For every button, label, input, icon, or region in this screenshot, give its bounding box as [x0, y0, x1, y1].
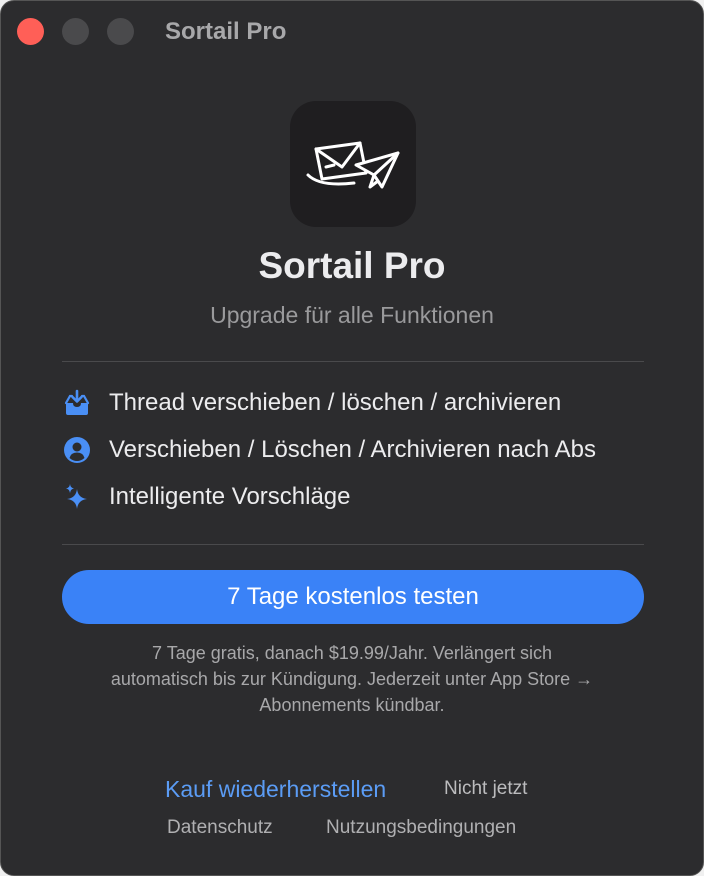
subscription-terms-text: 7 Tage gratis, danach $19.99/Jahr. Verlä… [41, 640, 663, 718]
terms-line: Abonnements kündbar. [259, 695, 445, 715]
feature-item: Verschieben / Löschen / Archivieren nach… [63, 433, 703, 467]
divider-top [62, 361, 644, 362]
terms-line: 7 Tage gratis, danach $19.99/Jahr. Verlä… [152, 643, 552, 663]
feature-item: Thread verschieben / löschen / archivier… [63, 386, 703, 420]
restore-purchase-link[interactable]: Kauf wiederherstellen [165, 774, 386, 804]
feature-label: Intelligente Vorschläge [109, 483, 351, 510]
paywall-window: Sortail Pro Sortail Pro Upgrade für alle… [0, 0, 704, 876]
feature-label: Thread verschieben / löschen / archivier… [109, 389, 562, 416]
not-now-button[interactable]: Nicht jetzt [444, 776, 527, 802]
terms-line: automatisch bis zur Kündigung. Jederzeit… [110, 669, 594, 689]
feature-item: Intelligente Vorschläge [63, 480, 703, 514]
start-trial-button[interactable]: 7 Tage kostenlos testen [62, 570, 644, 624]
close-window-button[interactable] [17, 18, 44, 45]
divider-bottom [62, 544, 644, 545]
privacy-link[interactable]: Datenschutz [167, 815, 273, 841]
person-circle-icon [64, 437, 90, 463]
app-name: Sortail Pro [258, 245, 446, 286]
feature-label: Verschieben / Löschen / Archivieren nach… [109, 436, 596, 463]
envelope-paperplane-icon [306, 141, 400, 189]
terms-of-use-link[interactable]: Nutzungsbedingungen [326, 815, 516, 841]
sparkles-icon [66, 484, 87, 509]
tray-download-icon [64, 389, 90, 415]
subtitle: Upgrade für alle Funktionen [210, 302, 494, 328]
minimize-window-button[interactable] [62, 18, 89, 45]
app-icon [290, 101, 416, 227]
title-bar[interactable]: Sortail Pro [1, 1, 703, 61]
zoom-window-button[interactable] [107, 18, 134, 45]
window-title: Sortail Pro [165, 18, 287, 45]
